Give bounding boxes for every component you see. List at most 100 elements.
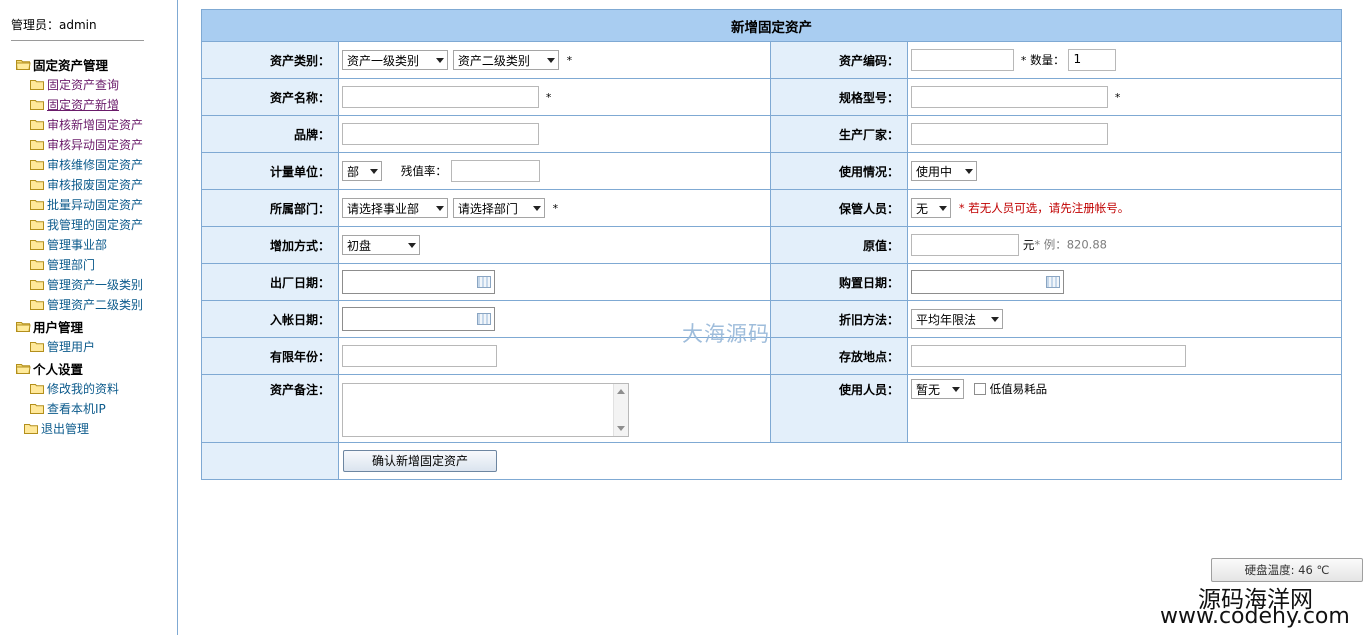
nav-group-label: 固定资产管理 [33,57,109,73]
scroll-down-icon[interactable] [617,425,625,431]
purchase-date-input[interactable] [911,270,1064,294]
disk-temperature-button[interactable]: 硬盘温度: 46 ℃ [1211,558,1363,582]
calendar-icon[interactable] [477,313,491,325]
sidebar-item-asset-query[interactable]: 固定资产查询 [16,74,176,94]
sidebar: 管理员：admin 固定资产管理 固定资产查询 固定资产新增 审核新增固定资产 … [0,0,178,635]
label-keeper: 保管人员： [770,189,908,227]
sidebar-item-review-repair[interactable]: 审核维修固定资产 [16,154,176,174]
location-input[interactable] [911,345,1186,367]
scrollbar[interactable] [613,383,628,436]
quantity-input[interactable]: 1 [1068,49,1117,71]
sidebar-item-edit-profile[interactable]: 修改我的资料 [16,378,176,398]
chevron-down-icon [965,168,973,174]
residual-input[interactable] [450,160,540,182]
remark-textarea[interactable] [342,382,629,437]
folder-icon [30,159,45,170]
yuan-unit: 元 [1022,238,1035,252]
select-value: 初盘 [347,238,372,253]
cell-submit: 确认新增固定资产 [338,442,1342,480]
sidebar-item-label: 管理资产一级类别 [47,277,144,292]
sidebar-item-business-units[interactable]: 管理事业部 [16,234,176,254]
years-input[interactable] [342,345,497,367]
cell-usage: 使用中 [907,152,1342,190]
label-original-value: 原值： [770,226,908,264]
required-mark: * [566,53,573,67]
label-depreciation: 折旧方法： [770,300,908,338]
sidebar-item-review-transfer[interactable]: 审核异动固定资产 [16,134,176,154]
cell-keeper: 无 * 若无人员可选，请先注册帐号。 [907,189,1342,227]
sidebar-item-review-new[interactable]: 审核新增固定资产 [16,114,176,134]
depreciation-select[interactable]: 平均年限法 [911,309,1003,329]
usage-select[interactable]: 使用中 [911,161,977,181]
asset-name-input[interactable] [342,86,539,108]
asset-code-input[interactable] [911,49,1014,71]
sidebar-item-label: 管理部门 [47,257,96,272]
chevron-down-icon [408,242,416,248]
brand-input[interactable] [342,123,539,145]
keeper-select[interactable]: 无 [911,198,951,218]
calendar-icon[interactable] [477,276,491,288]
entry-date-input[interactable] [342,307,495,331]
sidebar-item-label: 固定资产新增 [47,97,120,112]
nav-group-personal-settings[interactable]: 个人设置 [16,358,176,378]
admin-label: 管理员：admin [11,18,97,32]
unit-select[interactable]: 部 [342,161,382,181]
nav-group-asset-management[interactable]: 固定资产管理 [16,54,176,74]
model-input[interactable] [911,86,1108,108]
folder-icon [30,99,45,110]
sidebar-item-view-ip[interactable]: 查看本机IP [16,398,176,418]
sidebar-item-batch-transfer[interactable]: 批量异动固定资产 [16,194,176,214]
user-select[interactable]: 暂无 [911,379,964,399]
sidebar-item-category1[interactable]: 管理资产一级类别 [16,274,176,294]
sidebar-item-my-assets[interactable]: 我管理的固定资产 [16,214,176,234]
calendar-icon[interactable] [1046,276,1060,288]
required-mark: * [552,201,559,215]
cell-category: 资产一级类别 资产二级类别 * [338,41,771,79]
cell-manufacturer [907,115,1342,153]
sidebar-item-departments[interactable]: 管理部门 [16,254,176,274]
sidebar-item-manage-users[interactable]: 管理用户 [16,336,176,356]
cell-code: * 数量： 1 [907,41,1342,79]
select-value: 使用中 [916,164,953,179]
business-unit-select[interactable]: 请选择事业部 [342,198,448,218]
label-location: 存放地点： [770,337,908,375]
chevron-down-icon [436,57,444,63]
label-user: 使用人员： [770,374,908,443]
required-mark: * [1114,90,1121,104]
chevron-down-icon [952,386,960,392]
nav-tree: 固定资产管理 固定资产查询 固定资产新增 审核新增固定资产 审核异动固定资产 审… [16,52,176,438]
label-years: 有限年份： [201,337,339,375]
folder-icon [24,423,39,434]
submit-button[interactable]: 确认新增固定资产 [343,450,497,472]
sidebar-item-logout[interactable]: 退出管理 [16,418,176,438]
category1-select[interactable]: 资产一级类别 [342,50,448,70]
original-value-input[interactable] [911,234,1019,256]
folder-icon [30,403,45,414]
sidebar-item-label: 批量异动固定资产 [47,197,144,212]
low-value-checkbox[interactable] [973,383,986,395]
nav-group-user-management[interactable]: 用户管理 [16,316,176,336]
folder-icon [30,279,45,290]
manufacturer-input[interactable] [911,123,1108,145]
sidebar-item-label: 审核报废固定资产 [47,177,144,192]
sidebar-item-category2[interactable]: 管理资产二级类别 [16,294,176,314]
sidebar-item-asset-add[interactable]: 固定资产新增 [16,94,176,114]
add-method-select[interactable]: 初盘 [342,235,420,255]
factory-date-input[interactable] [342,270,495,294]
cell-purchase-date [907,263,1342,301]
folder-open-icon [16,59,31,70]
nav-group-label: 用户管理 [33,319,84,335]
cell-factory-date [338,263,771,301]
folder-icon [30,139,45,150]
select-value: 请选择事业部 [347,201,420,216]
scroll-up-icon[interactable] [617,388,625,394]
cell-location [907,337,1342,375]
select-value: 平均年限法 [916,312,977,327]
chevron-down-icon [939,205,947,211]
department-select[interactable]: 请选择部门 [452,198,545,218]
folder-icon [30,341,45,352]
category2-select[interactable]: 资产二级类别 [452,50,559,70]
select-value: 请选择部门 [457,201,518,216]
folder-icon [30,199,45,210]
sidebar-item-review-scrap[interactable]: 审核报废固定资产 [16,174,176,194]
